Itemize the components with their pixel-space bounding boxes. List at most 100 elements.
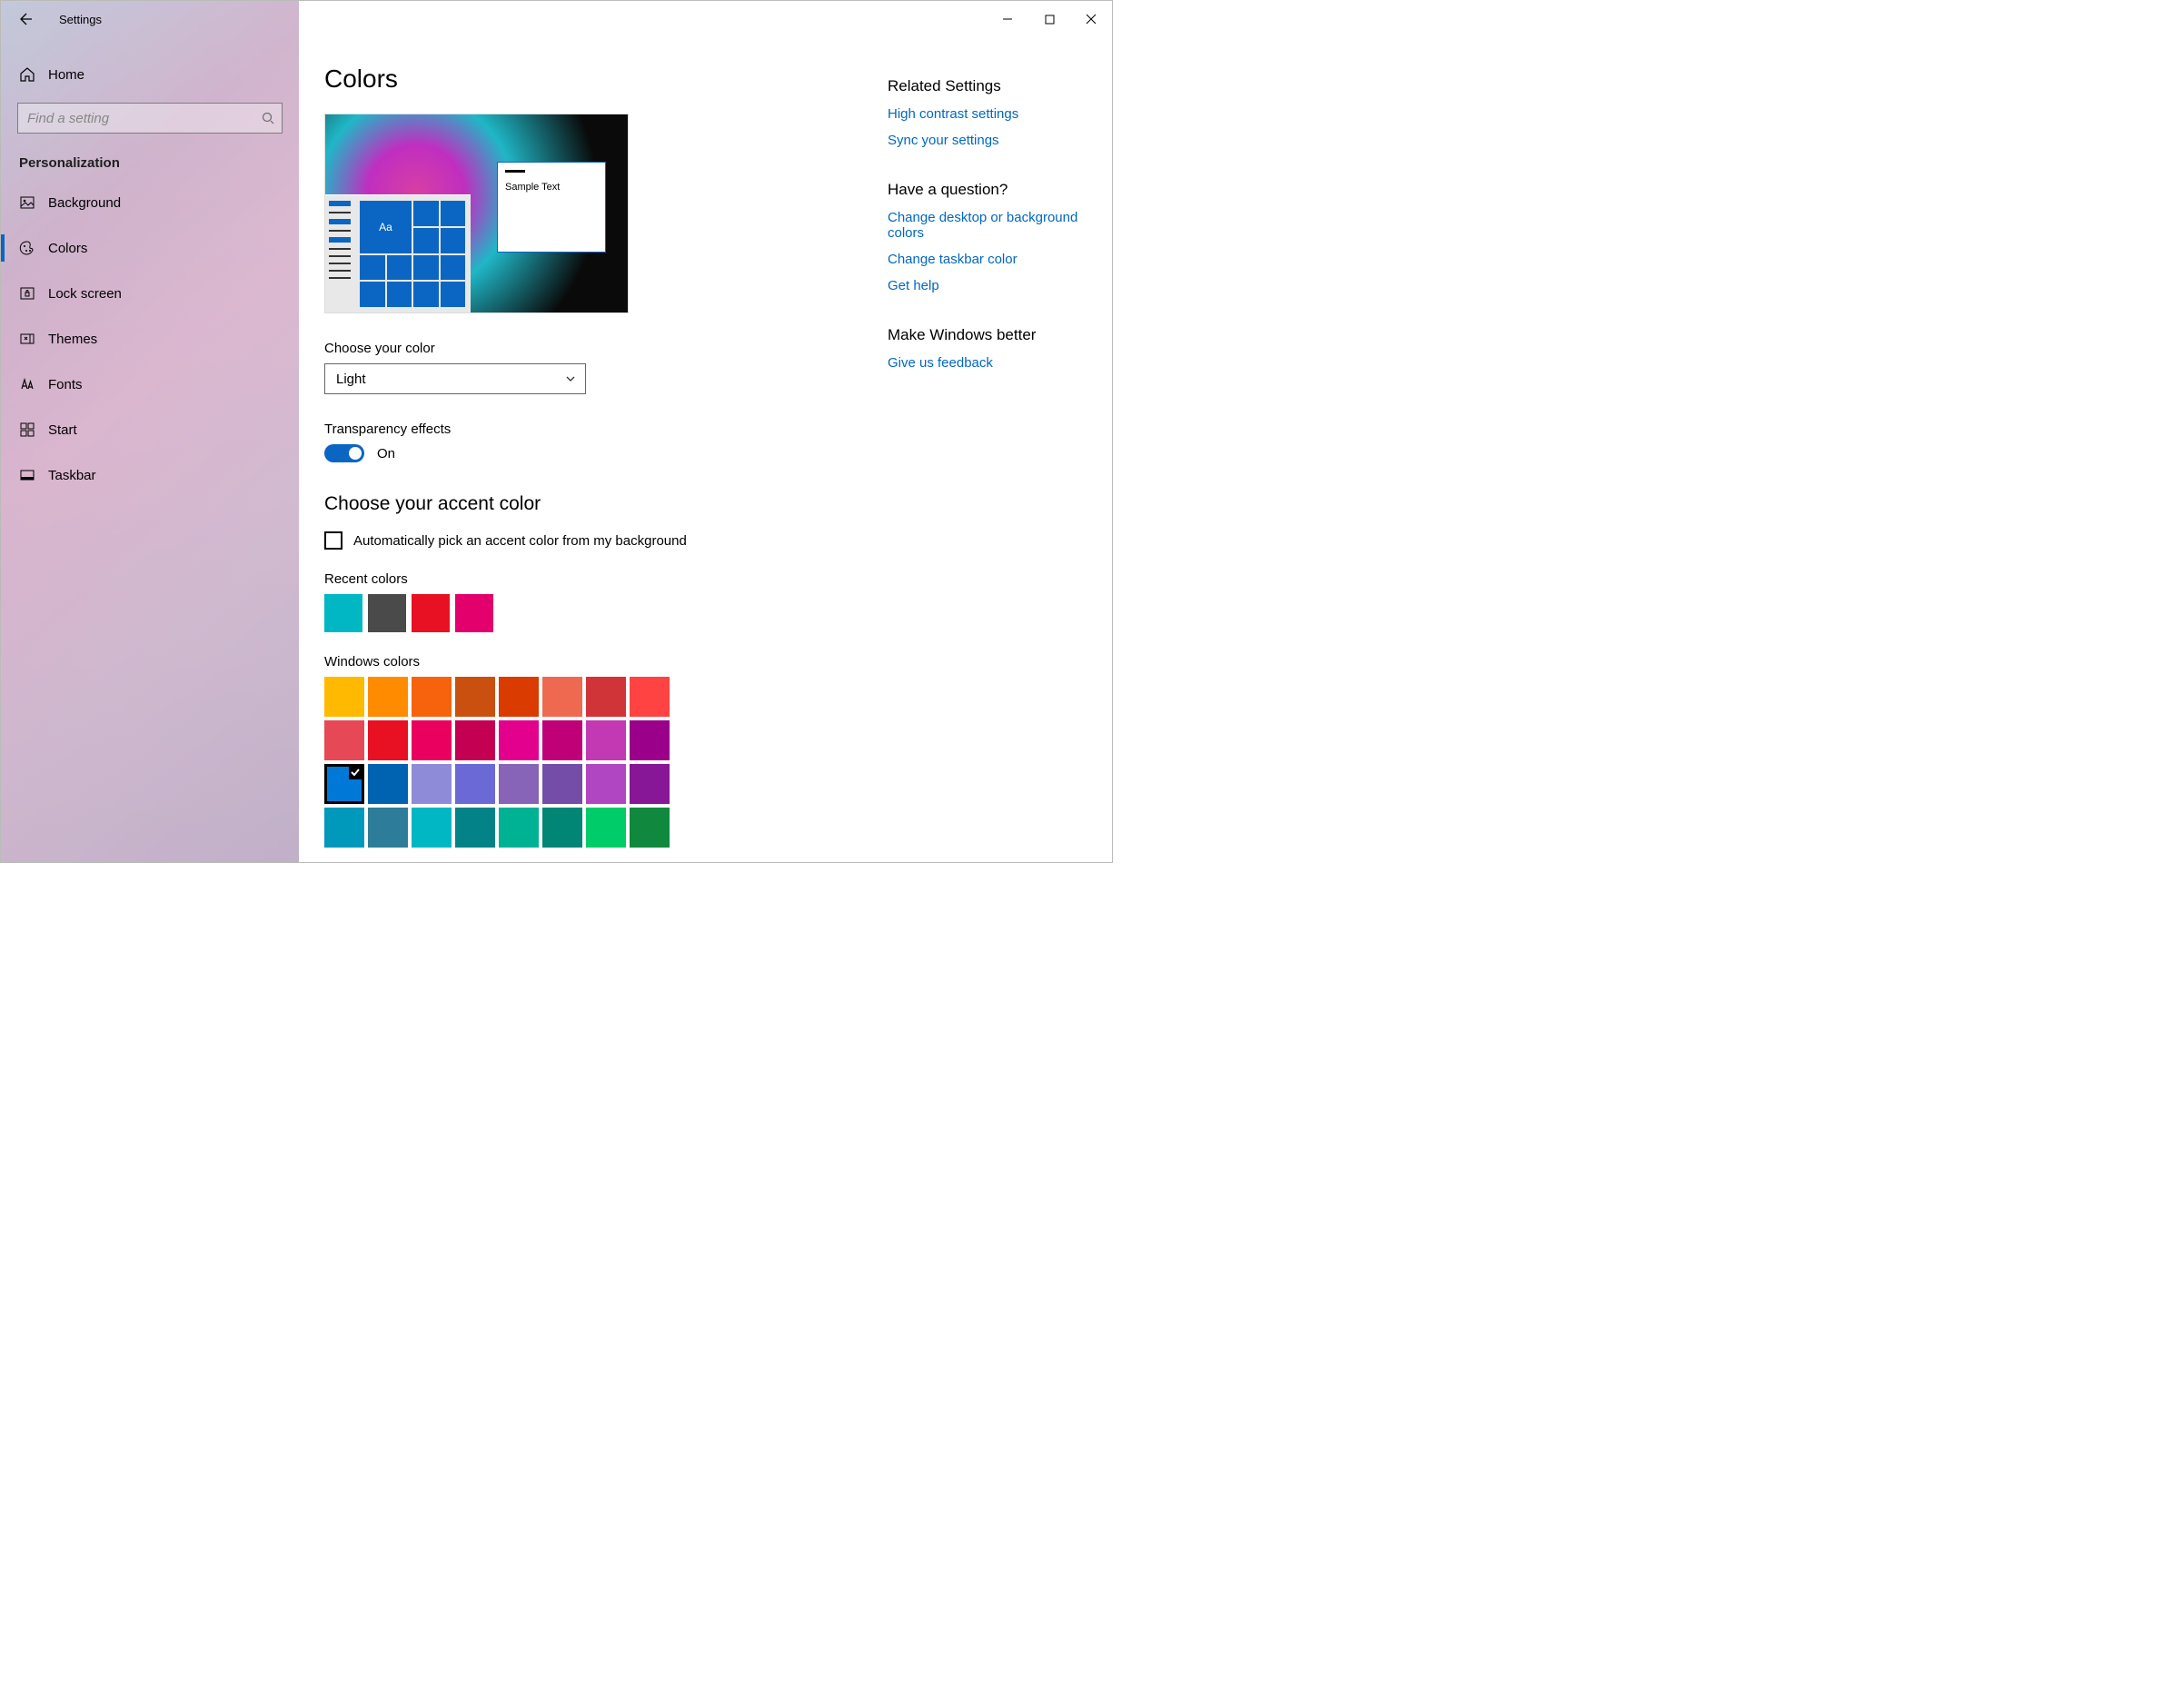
windows-color-swatch[interactable] xyxy=(455,808,495,848)
sidebar-item-background[interactable]: Background xyxy=(1,183,299,222)
search-icon xyxy=(262,112,274,124)
windows-color-swatch[interactable] xyxy=(542,764,582,804)
page-title: Colors xyxy=(324,64,833,94)
windows-color-swatch[interactable] xyxy=(324,808,364,848)
close-icon xyxy=(1086,14,1097,25)
close-button[interactable] xyxy=(1070,5,1112,34)
transparency-state: On xyxy=(377,446,395,461)
windows-color-swatch[interactable] xyxy=(412,677,452,717)
sidebar-category: Personalization xyxy=(1,150,299,183)
maximize-button[interactable] xyxy=(1028,5,1070,34)
choose-color-label: Choose your color xyxy=(324,341,833,356)
lock-screen-icon xyxy=(19,285,35,302)
start-icon xyxy=(19,422,35,438)
search-input[interactable] xyxy=(27,111,262,126)
choose-color-select[interactable]: Light xyxy=(324,363,586,394)
themes-icon xyxy=(19,331,35,347)
windows-color-swatch[interactable] xyxy=(324,720,364,760)
windows-color-swatch[interactable] xyxy=(499,677,539,717)
chevron-down-icon xyxy=(565,373,576,384)
windows-color-swatch[interactable] xyxy=(412,764,452,804)
windows-color-swatch[interactable] xyxy=(455,720,495,760)
windows-color-swatch[interactable] xyxy=(499,720,539,760)
choose-color-value: Light xyxy=(336,372,366,387)
windows-color-swatch[interactable] xyxy=(412,720,452,760)
help-link[interactable]: Change taskbar color xyxy=(888,252,1085,267)
windows-color-swatch[interactable] xyxy=(324,764,364,804)
auto-accent-checkbox[interactable] xyxy=(324,531,342,550)
recent-color-swatch[interactable] xyxy=(368,594,406,632)
help-link[interactable]: Change desktop or background colors xyxy=(888,210,1085,241)
taskbar-icon xyxy=(19,467,35,483)
windows-color-swatch[interactable] xyxy=(368,764,408,804)
sidebar-item-fonts[interactable]: Fonts xyxy=(1,365,299,403)
windows-color-swatch[interactable] xyxy=(586,720,626,760)
aside: Related Settings High contrast settings S… xyxy=(888,64,1112,862)
windows-color-swatch[interactable] xyxy=(455,764,495,804)
transparency-toggle[interactable] xyxy=(324,444,364,462)
windows-color-swatch[interactable] xyxy=(586,764,626,804)
question-heading: Have a question? xyxy=(888,181,1085,199)
better-heading: Make Windows better xyxy=(888,326,1085,344)
related-link[interactable]: High contrast settings xyxy=(888,106,1085,122)
check-icon xyxy=(350,767,361,778)
preview-start-menu: Aa xyxy=(325,194,471,312)
help-link[interactable]: Get help xyxy=(888,278,1085,293)
search-input-wrap[interactable] xyxy=(17,103,283,134)
windows-color-swatch[interactable] xyxy=(586,808,626,848)
windows-colors-label: Windows colors xyxy=(324,654,833,669)
recent-color-swatch[interactable] xyxy=(455,594,493,632)
recent-colors-grid xyxy=(324,594,833,632)
feedback-link[interactable]: Give us feedback xyxy=(888,355,1085,371)
sidebar-item-label: Lock screen xyxy=(48,286,122,302)
preview-sample-text: Sample Text xyxy=(505,182,560,193)
color-preview: Sample Text Aa xyxy=(324,114,629,313)
sidebar-item-label: Colors xyxy=(48,241,87,256)
windows-color-swatch[interactable] xyxy=(542,720,582,760)
sidebar-item-start[interactable]: Start xyxy=(1,411,299,449)
sidebar-item-colors[interactable]: Colors xyxy=(1,229,299,267)
sidebar-item-lock-screen[interactable]: Lock screen xyxy=(1,274,299,312)
accent-heading: Choose your accent color xyxy=(324,493,833,515)
auto-accent-label: Automatically pick an accent color from … xyxy=(353,533,687,549)
windows-color-swatch[interactable] xyxy=(630,808,670,848)
nav-home[interactable]: Home xyxy=(1,55,299,94)
image-icon xyxy=(19,194,35,211)
related-heading: Related Settings xyxy=(888,77,1085,95)
windows-color-swatch[interactable] xyxy=(455,677,495,717)
transparency-label: Transparency effects xyxy=(324,422,833,437)
recent-color-swatch[interactable] xyxy=(324,594,362,632)
sidebar-nav: Background Colors Lock screen Themes Fonts St… xyxy=(1,183,299,494)
fonts-icon xyxy=(19,376,35,392)
recent-colors-label: Recent colors xyxy=(324,571,833,587)
preview-window-card: Sample Text xyxy=(497,162,606,253)
windows-color-swatch[interactable] xyxy=(368,808,408,848)
sidebar-item-themes[interactable]: Themes xyxy=(1,320,299,358)
windows-color-swatch[interactable] xyxy=(542,808,582,848)
sidebar-item-label: Background xyxy=(48,195,121,211)
recent-color-swatch[interactable] xyxy=(412,594,450,632)
windows-color-swatch[interactable] xyxy=(499,764,539,804)
windows-color-swatch[interactable] xyxy=(542,677,582,717)
nav-home-label: Home xyxy=(48,67,84,83)
window-title: Settings xyxy=(59,13,102,26)
windows-color-swatch[interactable] xyxy=(368,720,408,760)
sidebar: Home Personalization Background Colors Loc… xyxy=(1,1,299,862)
windows-color-swatch[interactable] xyxy=(630,677,670,717)
minimize-button[interactable] xyxy=(987,5,1028,34)
windows-color-swatch[interactable] xyxy=(368,677,408,717)
sidebar-item-taskbar[interactable]: Taskbar xyxy=(1,456,299,494)
sidebar-item-label: Taskbar xyxy=(48,468,96,483)
windows-color-swatch[interactable] xyxy=(324,677,364,717)
windows-color-swatch[interactable] xyxy=(586,677,626,717)
windows-color-swatch[interactable] xyxy=(630,720,670,760)
windows-color-swatch[interactable] xyxy=(630,764,670,804)
main-content: Colors Sample Text Aa xyxy=(299,37,1112,862)
home-icon xyxy=(19,66,35,83)
back-button[interactable] xyxy=(12,5,41,34)
titlebar: Settings xyxy=(1,1,1112,37)
windows-colors-grid xyxy=(324,677,670,848)
windows-color-swatch[interactable] xyxy=(499,808,539,848)
related-link[interactable]: Sync your settings xyxy=(888,133,1085,148)
windows-color-swatch[interactable] xyxy=(412,808,452,848)
